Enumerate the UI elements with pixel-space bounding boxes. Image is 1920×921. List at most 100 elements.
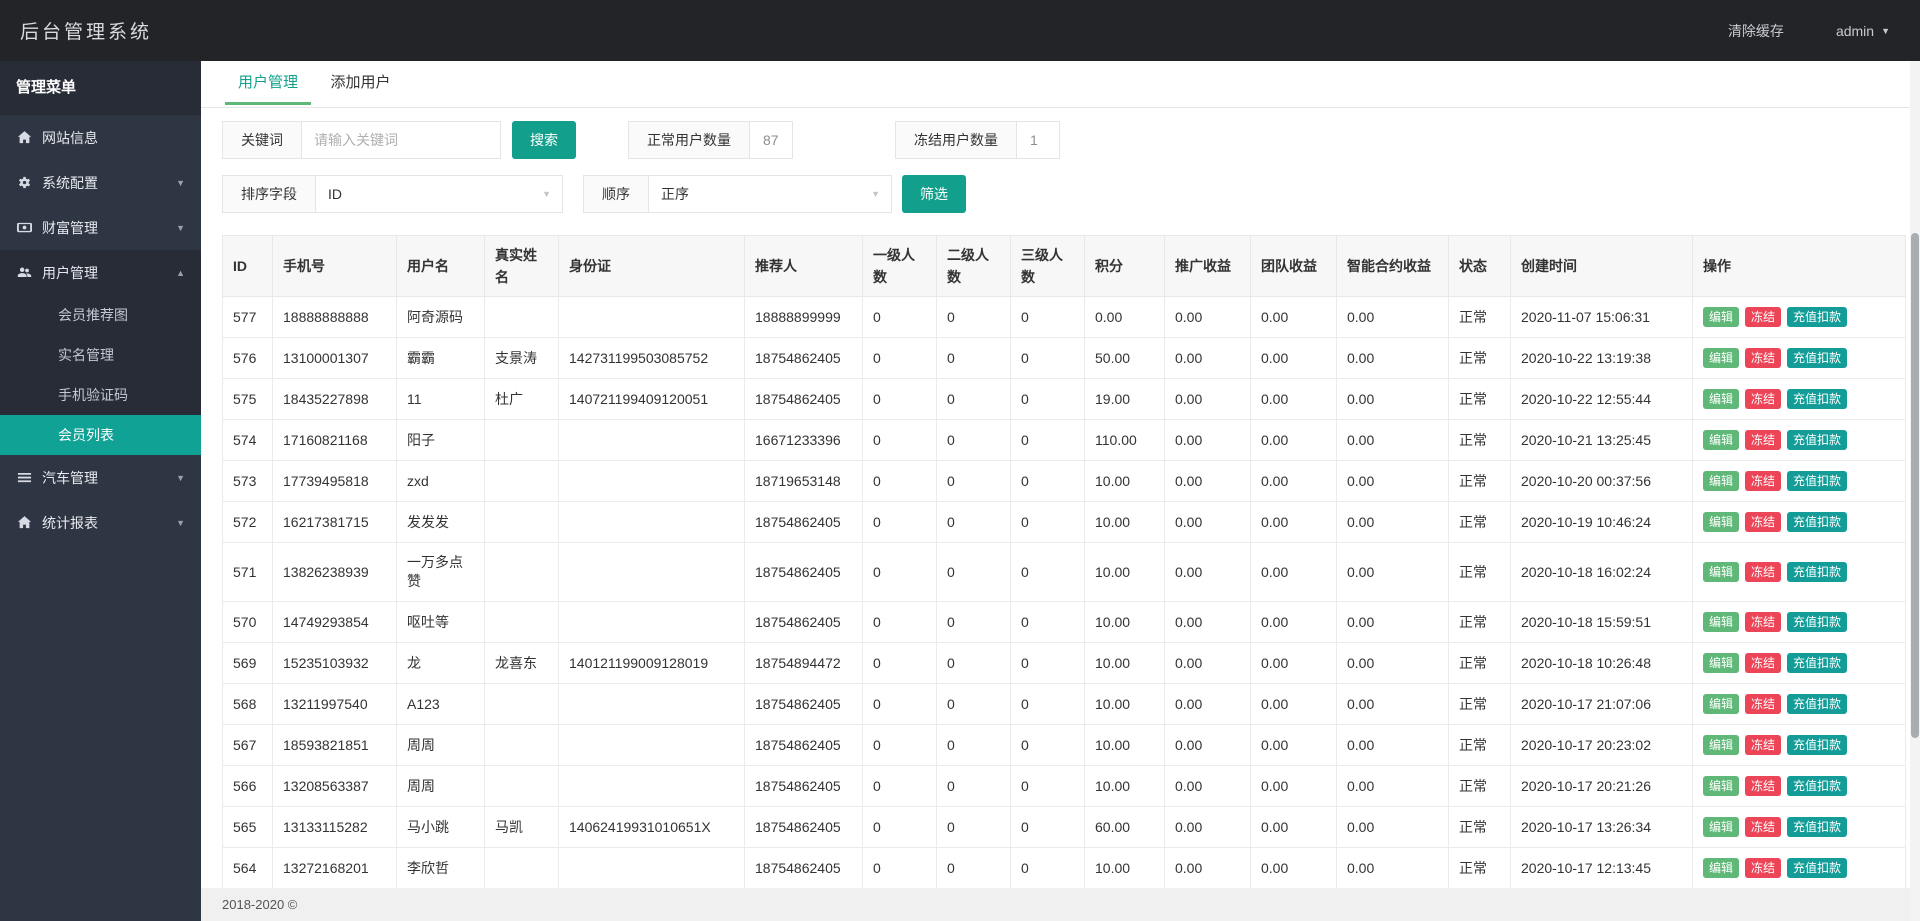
order-select[interactable]: 正序 ▼ (649, 176, 891, 212)
cell-level1-count: 0 (863, 766, 937, 807)
keyword-group: 关键词 (222, 121, 501, 159)
sidebar-item-system-config[interactable]: 系统配置▼ (0, 160, 201, 205)
cell-phone: 13272168201 (273, 848, 397, 889)
recharge-deduct-button[interactable]: 充值扣款 (1787, 348, 1847, 368)
freeze-button[interactable]: 冻结 (1745, 471, 1781, 491)
cell-team-income: 0.00 (1251, 848, 1337, 889)
recharge-deduct-button[interactable]: 充值扣款 (1787, 858, 1847, 878)
sidebar-item-site-info[interactable]: 网站信息 (0, 115, 201, 160)
recharge-deduct-button[interactable]: 充值扣款 (1787, 653, 1847, 673)
sort-field-select[interactable]: ID ▼ (316, 176, 562, 212)
cell-level2-count: 0 (937, 543, 1011, 602)
edit-button[interactable]: 编辑 (1703, 471, 1739, 491)
cell-level2-count: 0 (937, 297, 1011, 338)
cell-level1-count: 0 (863, 461, 937, 502)
edit-button[interactable]: 编辑 (1703, 694, 1739, 714)
cell-id: 570 (223, 602, 273, 643)
cell-promo-income: 0.00 (1165, 848, 1251, 889)
freeze-button[interactable]: 冻结 (1745, 653, 1781, 673)
column-header-username: 用户名 (397, 236, 485, 297)
recharge-deduct-button[interactable]: 充值扣款 (1787, 735, 1847, 755)
freeze-button[interactable]: 冻结 (1745, 858, 1781, 878)
cell-status: 正常 (1449, 338, 1511, 379)
sidebar-item-user-management[interactable]: 用户管理▲ (0, 250, 201, 295)
vertical-scrollbar[interactable] (1910, 61, 1920, 921)
edit-button[interactable]: 编辑 (1703, 512, 1739, 532)
freeze-button[interactable]: 冻结 (1745, 348, 1781, 368)
cell-level2-count: 0 (937, 643, 1011, 684)
cell-username: 周周 (397, 725, 485, 766)
cell-id: 571 (223, 543, 273, 602)
recharge-deduct-button[interactable]: 充值扣款 (1787, 430, 1847, 450)
filter-button[interactable]: 筛选 (902, 175, 966, 213)
cell-promo-income: 0.00 (1165, 725, 1251, 766)
recharge-deduct-button[interactable]: 充值扣款 (1787, 389, 1847, 409)
clear-cache-button[interactable]: 清除缓存 (1728, 21, 1784, 41)
edit-button[interactable]: 编辑 (1703, 735, 1739, 755)
tab-user-management[interactable]: 用户管理 (225, 61, 311, 105)
edit-button[interactable]: 编辑 (1703, 389, 1739, 409)
cell-team-income: 0.00 (1251, 602, 1337, 643)
recharge-deduct-button[interactable]: 充值扣款 (1787, 612, 1847, 632)
cell-username: 11 (397, 379, 485, 420)
freeze-button[interactable]: 冻结 (1745, 389, 1781, 409)
freeze-button[interactable]: 冻结 (1745, 735, 1781, 755)
edit-button[interactable]: 编辑 (1703, 817, 1739, 837)
frozen-users-value: 1 (1017, 122, 1059, 158)
freeze-button[interactable]: 冻结 (1745, 307, 1781, 327)
sidebar-subitem-member-recommend-chart[interactable]: 会员推荐图 (0, 295, 201, 335)
freeze-button[interactable]: 冻结 (1745, 562, 1781, 582)
sidebar: 管理菜单 网站信息系统配置▼财富管理▼用户管理▲会员推荐图实名管理手机验证码会员… (0, 61, 201, 921)
edit-button[interactable]: 编辑 (1703, 562, 1739, 582)
cell-actions: 编辑冻结充值扣款 (1693, 684, 1906, 725)
edit-button[interactable]: 编辑 (1703, 858, 1739, 878)
recharge-deduct-button[interactable]: 充值扣款 (1787, 694, 1847, 714)
cell-realname (485, 543, 559, 602)
recharge-deduct-button[interactable]: 充值扣款 (1787, 471, 1847, 491)
freeze-button[interactable]: 冻结 (1745, 776, 1781, 796)
cell-level3-count: 0 (1011, 543, 1085, 602)
cell-level2-count: 0 (937, 502, 1011, 543)
edit-button[interactable]: 编辑 (1703, 653, 1739, 673)
scrollbar-thumb[interactable] (1911, 233, 1919, 738)
cell-idcard (559, 420, 745, 461)
cell-contract-income: 0.00 (1337, 543, 1449, 602)
sidebar-item-car-management[interactable]: 汽车管理▼ (0, 455, 201, 500)
edit-button[interactable]: 编辑 (1703, 776, 1739, 796)
cell-team-income: 0.00 (1251, 420, 1337, 461)
recharge-deduct-button[interactable]: 充值扣款 (1787, 562, 1847, 582)
table-row: 57216217381715发发发1875486240500010.000.00… (223, 502, 1906, 543)
sidebar-subitem-member-list[interactable]: 会员列表 (0, 415, 201, 455)
cell-level1-count: 0 (863, 420, 937, 461)
cell-level1-count: 0 (863, 297, 937, 338)
sidebar-item-wealth-management[interactable]: 财富管理▼ (0, 205, 201, 250)
recharge-deduct-button[interactable]: 充值扣款 (1787, 817, 1847, 837)
recharge-deduct-button[interactable]: 充值扣款 (1787, 776, 1847, 796)
freeze-button[interactable]: 冻结 (1745, 512, 1781, 532)
sidebar-item-statistics-report[interactable]: 统计报表▼ (0, 500, 201, 545)
cell-actions: 编辑冻结充值扣款 (1693, 502, 1906, 543)
edit-button[interactable]: 编辑 (1703, 430, 1739, 450)
keyword-input[interactable] (302, 122, 500, 158)
edit-button[interactable]: 编辑 (1703, 612, 1739, 632)
edit-button[interactable]: 编辑 (1703, 307, 1739, 327)
user-menu[interactable]: admin ▼ (1836, 23, 1890, 39)
sidebar-subitem-phone-captcha[interactable]: 手机验证码 (0, 375, 201, 415)
sidebar-subitem-realname-management[interactable]: 实名管理 (0, 335, 201, 375)
recharge-deduct-button[interactable]: 充值扣款 (1787, 512, 1847, 532)
freeze-button[interactable]: 冻结 (1745, 430, 1781, 450)
freeze-button[interactable]: 冻结 (1745, 817, 1781, 837)
cell-phone: 17739495818 (273, 461, 397, 502)
list-icon (17, 470, 32, 485)
app-title: 后台管理系统 (20, 17, 152, 44)
edit-button[interactable]: 编辑 (1703, 348, 1739, 368)
cell-referrer: 18754862405 (745, 725, 863, 766)
recharge-deduct-button[interactable]: 充值扣款 (1787, 307, 1847, 327)
cell-realname: 龙喜东 (485, 643, 559, 684)
search-button[interactable]: 搜索 (512, 121, 576, 159)
keyword-label: 关键词 (223, 122, 302, 158)
freeze-button[interactable]: 冻结 (1745, 694, 1781, 714)
tab-add-user[interactable]: 添加用户 (317, 61, 403, 105)
freeze-button[interactable]: 冻结 (1745, 612, 1781, 632)
cell-level1-count: 0 (863, 502, 937, 543)
